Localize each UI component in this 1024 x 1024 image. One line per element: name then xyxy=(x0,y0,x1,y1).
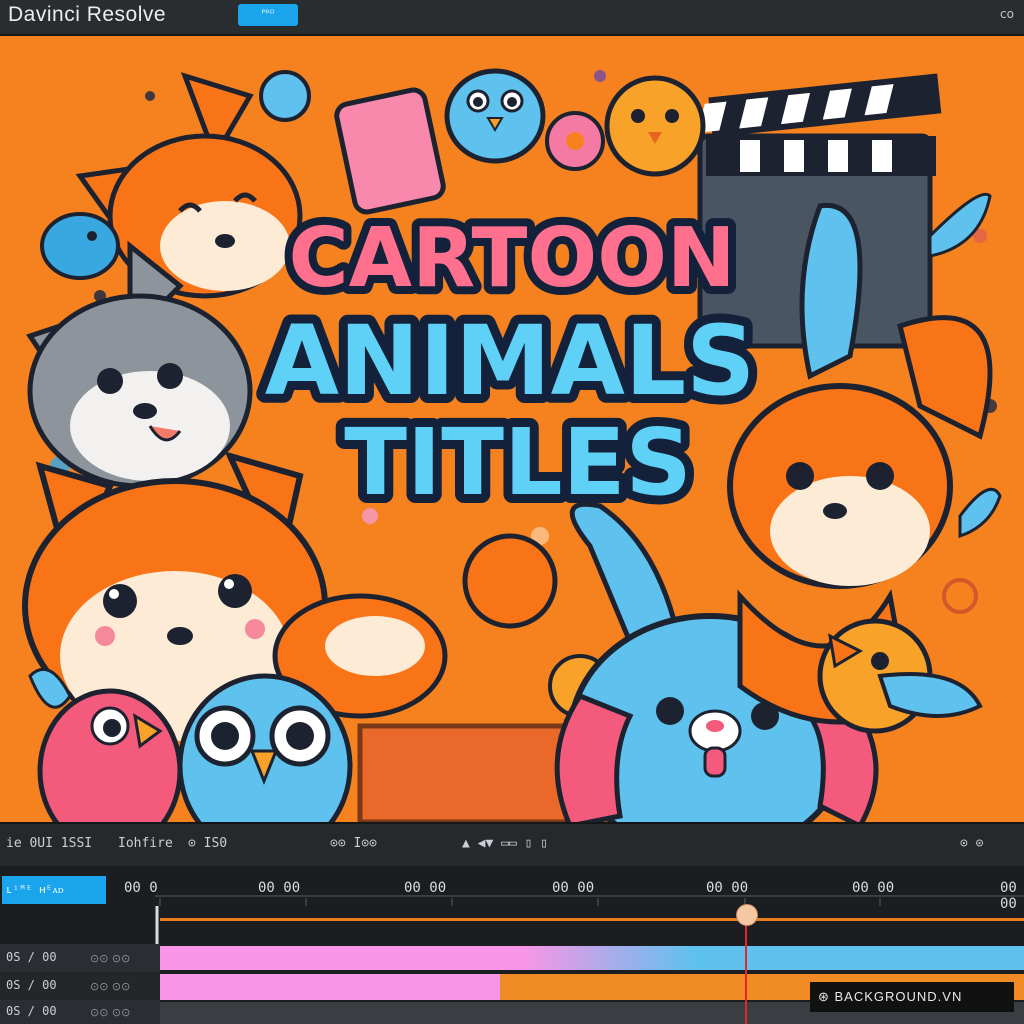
track-controls[interactable]: ⊙⊙ ⊙⊙ xyxy=(90,1006,130,1019)
clip-name-label: Iohfire xyxy=(118,836,173,851)
window-controls[interactable]: co xyxy=(1000,7,1014,21)
video-clip-track-1[interactable] xyxy=(160,946,1024,970)
track-label: 0S / 00 xyxy=(6,1004,57,1018)
small-blue-bird-icon xyxy=(40,212,120,280)
blue-ball-icon xyxy=(259,70,311,122)
app-title: Davinci Resolve xyxy=(8,3,167,26)
toolbar-icons-left[interactable]: ⊙ IS0 xyxy=(188,836,227,851)
track-label: 0S / 00 xyxy=(6,950,57,964)
toolbar-icons-mid[interactable]: ⊙⊙ I⊙⊙ xyxy=(330,836,377,851)
yellow-chick-icon xyxy=(604,75,706,177)
transport-controls[interactable]: ▲ ◀▼ ▭▭ ▯ ▯ xyxy=(462,836,548,851)
orange-ball-icon xyxy=(462,533,558,629)
pink-box-icon xyxy=(334,87,446,215)
watermark-text: ⊛ BACKGROUND.VN xyxy=(818,989,963,1004)
playhead-handle[interactable] xyxy=(736,904,758,926)
track-label: 0S / 00 xyxy=(6,978,57,992)
track-controls[interactable]: ⊙⊙ ⊙⊙ xyxy=(90,980,130,993)
timecode-display: ie 0UI 1SSI xyxy=(6,836,93,851)
orange-bird-icon xyxy=(817,618,983,734)
resolve-window: Davinci Resolve ᴾᴿᴼ co CARTOON ANIMALS T… xyxy=(0,0,1024,1024)
toolbar-icons-right[interactable]: ⊙ ⊙ xyxy=(960,836,983,851)
preview-viewer[interactable]: CARTOON ANIMALS TITLES xyxy=(0,36,1024,822)
cartoon-artwork xyxy=(22,68,1002,822)
blue-bird-icon xyxy=(444,68,546,164)
title-bar: Davinci Resolve ᴾᴿᴼ co xyxy=(0,0,1024,36)
video-clip-track-2a[interactable] xyxy=(160,974,500,1000)
watermark-logo: ⊛ BACKGROUND.VN xyxy=(810,982,1014,1012)
edition-badge: ᴾᴿᴼ xyxy=(238,4,298,26)
playhead-line[interactable] xyxy=(745,910,747,1024)
chest-icon xyxy=(357,723,583,822)
viewer-toolbar: ie 0UI 1SSI Iohfire ⊙ IS0 ⊙⊙ I⊙⊙ ▲ ◀▼ ▭▭… xyxy=(0,822,1024,868)
pink-parrot-icon xyxy=(37,688,183,822)
track-bar xyxy=(160,918,1024,921)
track-controls[interactable]: ⊙⊙ ⊙⊙ xyxy=(90,952,130,965)
